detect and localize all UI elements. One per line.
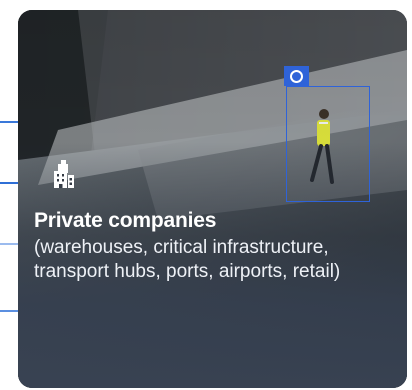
detection-bounding-box xyxy=(286,86,370,202)
card-title: Private companies xyxy=(34,209,217,232)
connector-line xyxy=(0,182,20,184)
stage: Private companies (warehouses, critical … xyxy=(0,0,412,390)
card-description: (warehouses, critical infrastructure, tr… xyxy=(34,237,341,282)
connector-line xyxy=(0,243,20,245)
detection-ring-icon xyxy=(284,66,309,86)
private-companies-card[interactable]: Private companies (warehouses, critical … xyxy=(18,10,407,388)
connector-line xyxy=(0,310,20,312)
connector-line xyxy=(0,121,20,123)
detection-ring xyxy=(290,69,303,83)
office-building-icon xyxy=(54,160,74,188)
